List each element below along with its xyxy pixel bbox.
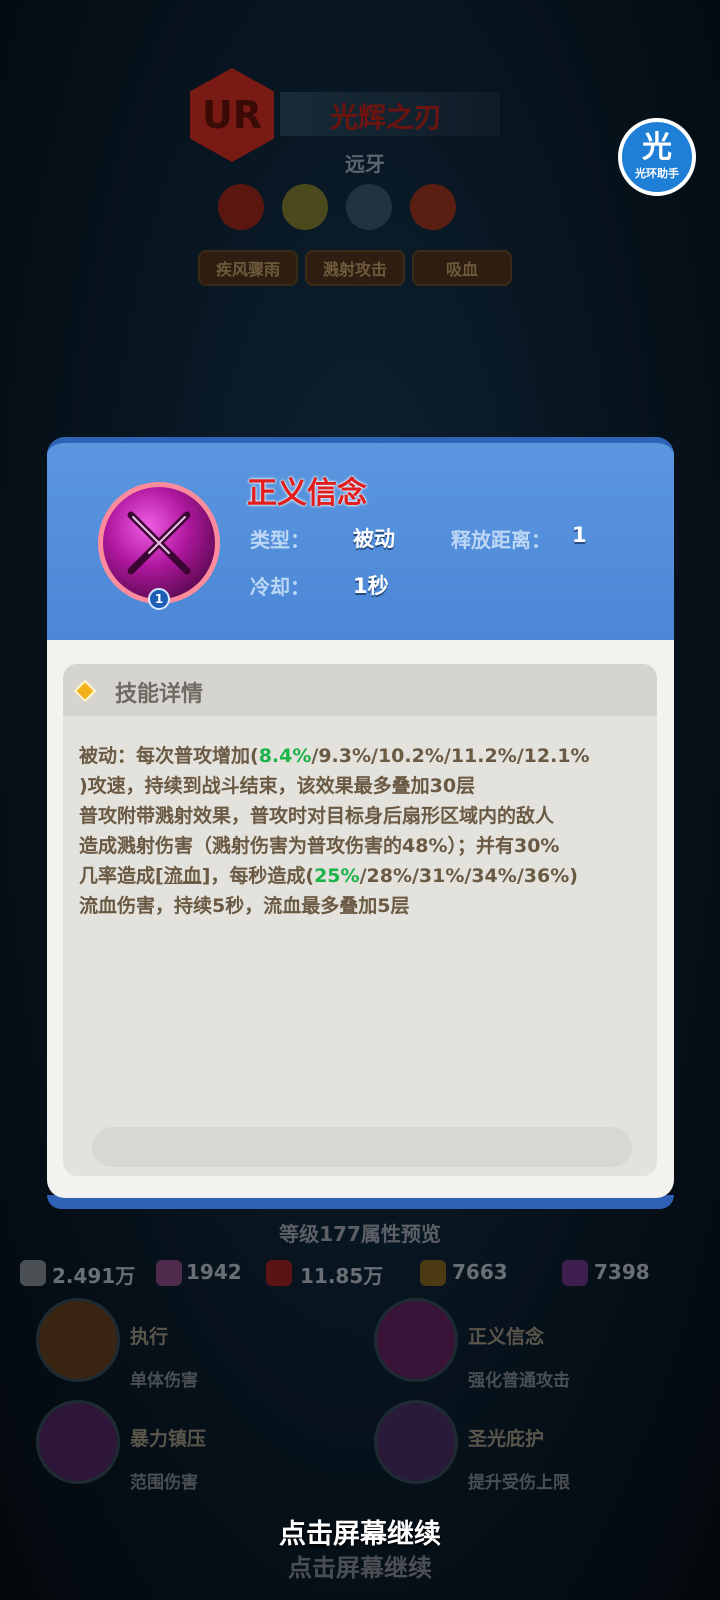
slot-name: 圣光庇护 — [468, 1428, 545, 1450]
slot-desc: 提升受伤上限 — [468, 1473, 570, 1493]
robe-icon — [562, 1260, 588, 1286]
shield-icon — [420, 1260, 446, 1286]
stat-resist: 7398 — [594, 1260, 650, 1284]
bleed-keyword-link[interactable]: 流血 — [164, 865, 202, 887]
camp-icon — [218, 184, 264, 230]
range-value: 1 — [572, 523, 587, 547]
slot-desc: 范围伤害 — [130, 1473, 198, 1493]
stat-hp: 11.85万 — [300, 1264, 384, 1288]
hero-class: 远牙 — [345, 152, 385, 176]
range-label: 释放距离： — [451, 528, 551, 552]
cooldown-value: 1秒 — [353, 574, 389, 598]
hero-tag: 吸血 — [412, 250, 512, 286]
hero-tag: 溅射攻击 — [305, 250, 405, 286]
hero-tag: 疾风骤雨 — [198, 250, 298, 286]
assistant-glyph: 光 — [642, 130, 672, 165]
slot-desc: 单体伤害 — [130, 1371, 198, 1391]
skill-slot-icon — [36, 1400, 120, 1484]
skill-level-badge: 1 — [148, 588, 170, 610]
type-value: 被动 — [353, 527, 395, 551]
sword-icon — [20, 1260, 46, 1286]
rarity-badge: UR — [190, 68, 274, 162]
skill-slot-icon — [374, 1400, 458, 1484]
skill-detail-title: 技能详情 — [115, 682, 204, 707]
crossed-swords-icon — [127, 511, 191, 575]
desc-line: )攻速，持续到战斗结束，该效果最多叠加30层 — [79, 775, 476, 797]
stat-defense: 7663 — [452, 1260, 508, 1284]
hero-name: 光辉之刃 — [330, 101, 443, 134]
anchor-icon — [282, 184, 328, 230]
desc-line: 几率造成[流血]，每秒造成(25%/28%/31%/34%/36%) — [79, 865, 578, 887]
skill-description: 被动：每次普攻增加(8.4%/9.3%/10.2%/11.2%/12.1% )攻… — [79, 741, 639, 921]
level-preview-title: 等级177属性预览 — [279, 1222, 441, 1246]
tap-to-continue[interactable]: 点击屏幕继续 — [0, 1512, 720, 1551]
stat-attack: 2.491万 — [52, 1264, 136, 1288]
desc-line: 普攻附带溅射效果，普攻时对目标身后扇形区域内的敌人 — [79, 805, 555, 827]
skill-slot-icon — [36, 1298, 120, 1382]
staff-icon — [156, 1260, 182, 1286]
skill-slot-icon — [374, 1298, 458, 1382]
sword-gear-icon — [410, 184, 456, 230]
tap-to-continue-shadow: 点击屏幕继续 — [288, 1554, 432, 1582]
slot-desc: 强化普通攻击 — [468, 1371, 570, 1391]
type-label: 类型： — [250, 528, 310, 552]
slot-name: 暴力镇压 — [130, 1428, 207, 1450]
skill-name: 正义信念 — [247, 476, 367, 511]
assistant-label: 光环助手 — [635, 167, 679, 180]
desc-line: 被动：每次普攻增加(8.4%/9.3%/10.2%/11.2%/12.1% — [79, 745, 590, 767]
crossed-swords-icon — [346, 184, 392, 230]
cooldown-label: 冷却： — [250, 575, 310, 599]
desc-line: 流血伤害，持续5秒，流血最多叠加5层 — [79, 895, 410, 917]
heart-icon — [266, 1260, 292, 1286]
desc-line: 造成溅射伤害（溅射伤害为普攻伤害的48%）；并有30% — [79, 835, 560, 857]
stat-magic: 1942 — [186, 1260, 242, 1284]
slot-name: 执行 — [130, 1326, 169, 1348]
skill-icon — [98, 482, 220, 604]
slot-name: 正义信念 — [468, 1326, 545, 1348]
scroll-track[interactable] — [92, 1127, 632, 1167]
assistant-button[interactable]: 光 光环助手 — [618, 118, 696, 196]
